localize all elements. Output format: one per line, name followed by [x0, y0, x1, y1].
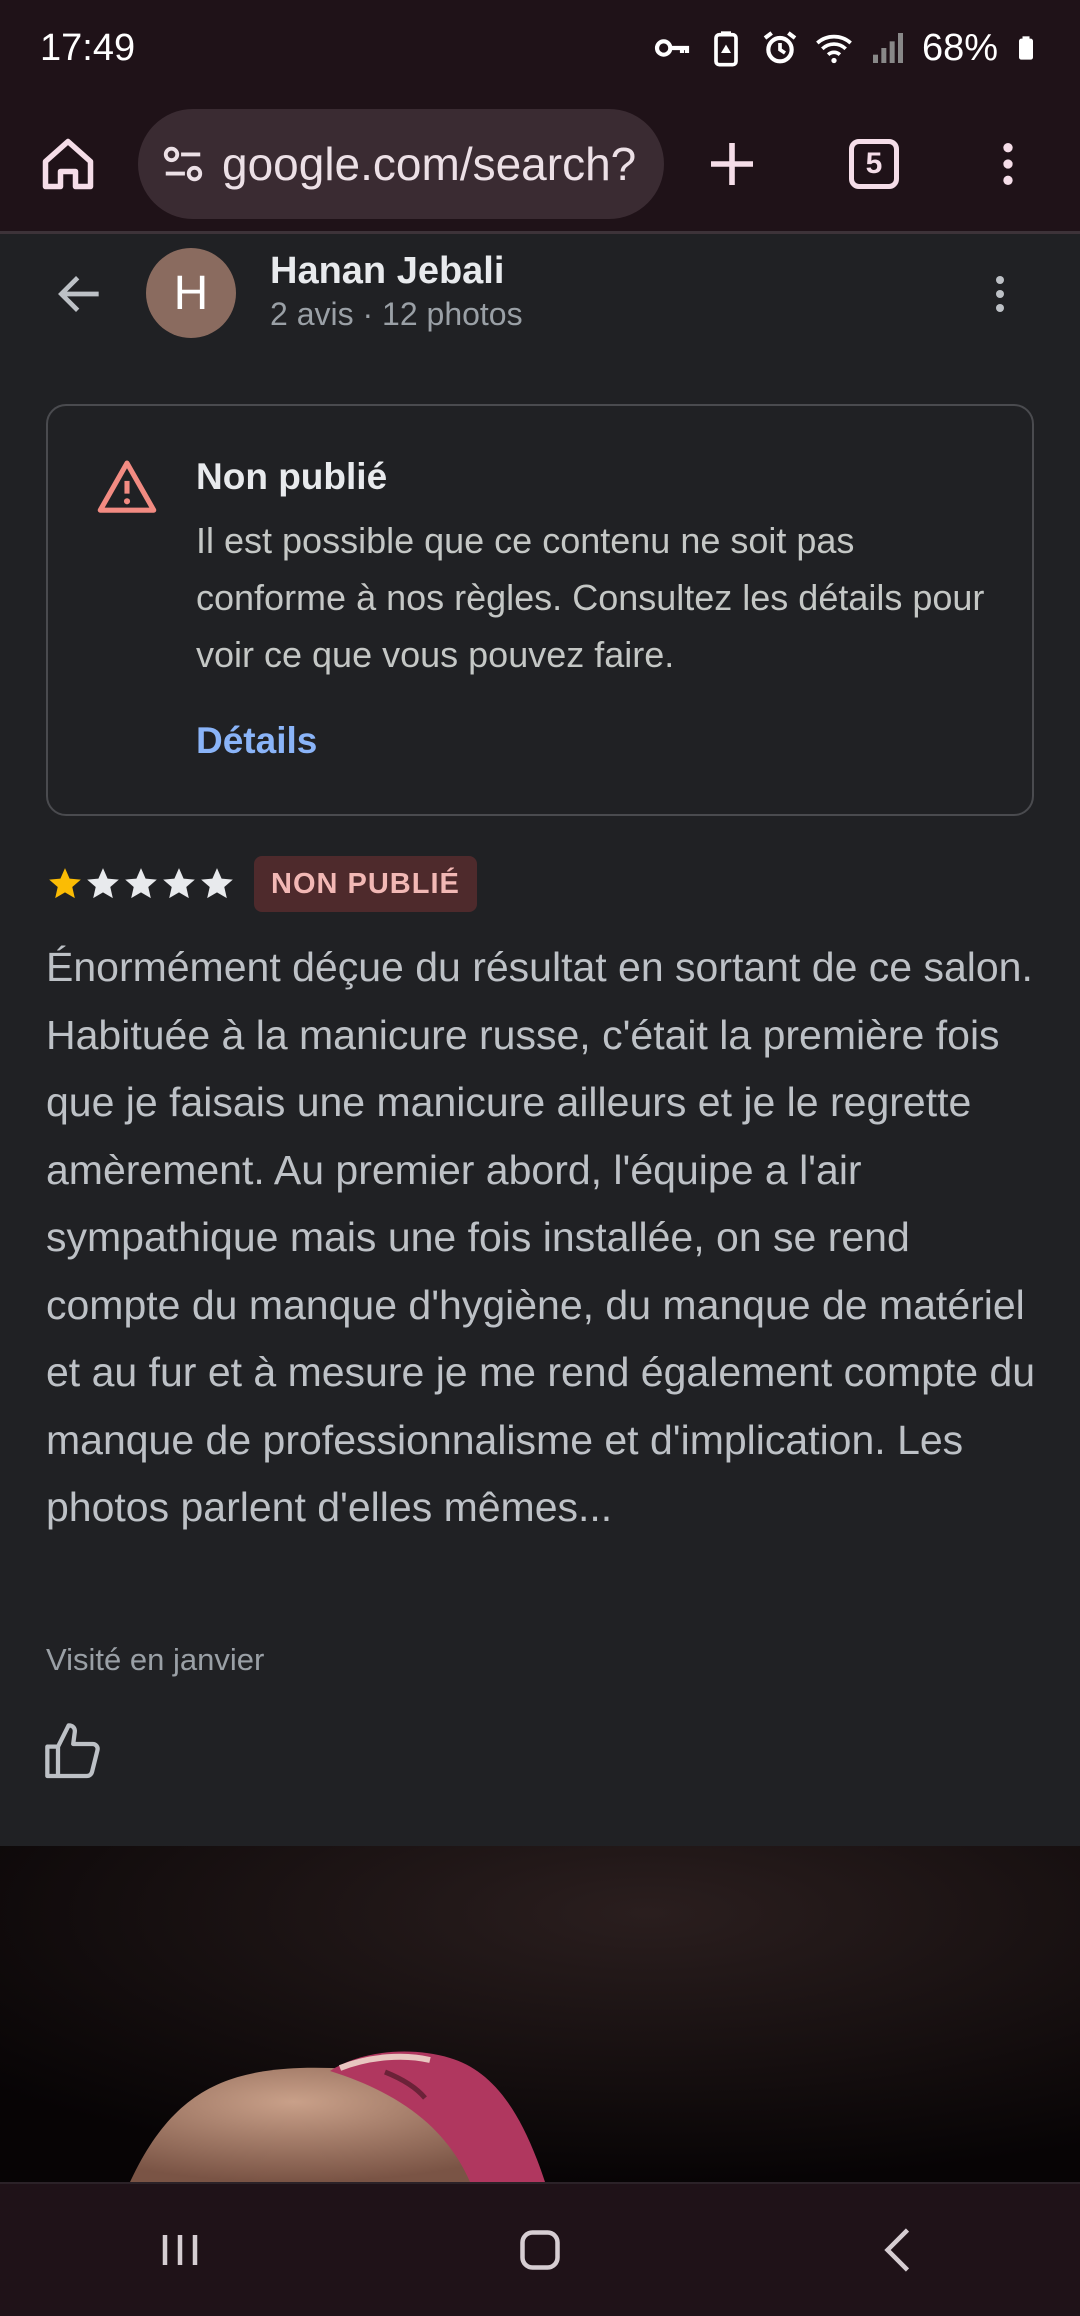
system-nav-bar	[0, 2182, 1080, 2316]
thumb-up-icon	[45, 1723, 100, 1779]
avatar[interactable]: H	[146, 248, 236, 338]
more-vert-icon	[996, 276, 1004, 312]
star-empty-icon	[163, 868, 195, 899]
wifi-icon	[816, 34, 852, 64]
site-settings-icon	[163, 146, 203, 181]
tabs-icon: 5	[849, 138, 899, 189]
warning-text: Il est possible que ce contenu ne soit p…	[196, 520, 985, 675]
star-rating	[46, 865, 236, 903]
menu-icon	[1003, 142, 1013, 185]
review-text: Énormément déçue du résultat en sortant …	[46, 944, 1036, 1530]
nail-photo-image	[0, 1846, 1080, 2182]
warning-icon	[97, 460, 157, 513]
status-time: 17:49	[40, 26, 136, 69]
star-empty-icon	[201, 868, 233, 899]
recents-button[interactable]	[120, 2200, 240, 2300]
url-bar[interactable]: google.com/search?	[138, 108, 664, 219]
warning-title: Non publié	[196, 456, 388, 497]
star-empty-icon	[87, 868, 119, 899]
alarm-icon	[763, 31, 797, 64]
rating-row: NON PUBLIÉ	[46, 856, 477, 912]
battery-saver-icon	[714, 31, 738, 67]
recents-icon	[162, 2235, 198, 2265]
visit-date: Visité en janvier	[46, 1642, 265, 1677]
status-icons: 68%	[652, 27, 1040, 70]
review-menu-button[interactable]	[960, 254, 1040, 334]
back-nav-icon	[884, 2228, 910, 2272]
star-filled-icon	[49, 868, 81, 899]
details-link[interactable]: Détails	[196, 720, 317, 762]
signal-icon	[872, 33, 903, 63]
review-header: H Hanan Jebali 2 avis · 12 photos	[0, 234, 1080, 354]
home-icon	[42, 138, 94, 189]
new-tab-button[interactable]	[684, 116, 780, 212]
key-icon	[654, 39, 690, 57]
battery-icon	[1019, 36, 1033, 60]
battery-percent: 68%	[921, 26, 998, 69]
home-button[interactable]	[20, 116, 116, 212]
not-published-card: Non publié Il est possible que ce conten…	[46, 404, 1034, 816]
reviewer-name[interactable]: Hanan Jebali	[270, 250, 504, 293]
home-nav-icon	[520, 2230, 560, 2270]
tabs-button[interactable]: 5	[826, 116, 922, 212]
status-bar: 17:49 68%	[0, 0, 1080, 96]
url-text: google.com/search?	[222, 137, 637, 190]
star-empty-icon	[125, 868, 157, 899]
back-nav-button[interactable]	[840, 2200, 960, 2300]
review-photo[interactable]	[0, 1846, 1080, 2182]
home-nav-button[interactable]	[480, 2200, 600, 2300]
back-button[interactable]	[40, 254, 120, 334]
reviewer-meta: 2 avis · 12 photos	[270, 296, 523, 332]
browser-menu-button[interactable]	[960, 116, 1056, 212]
arrow-back-icon	[58, 276, 99, 312]
browser-toolbar: google.com/search? 5	[0, 96, 1080, 234]
new-tab-icon	[711, 142, 753, 185]
status-badge: NON PUBLIÉ	[254, 856, 477, 912]
like-button[interactable]	[42, 1720, 106, 1784]
